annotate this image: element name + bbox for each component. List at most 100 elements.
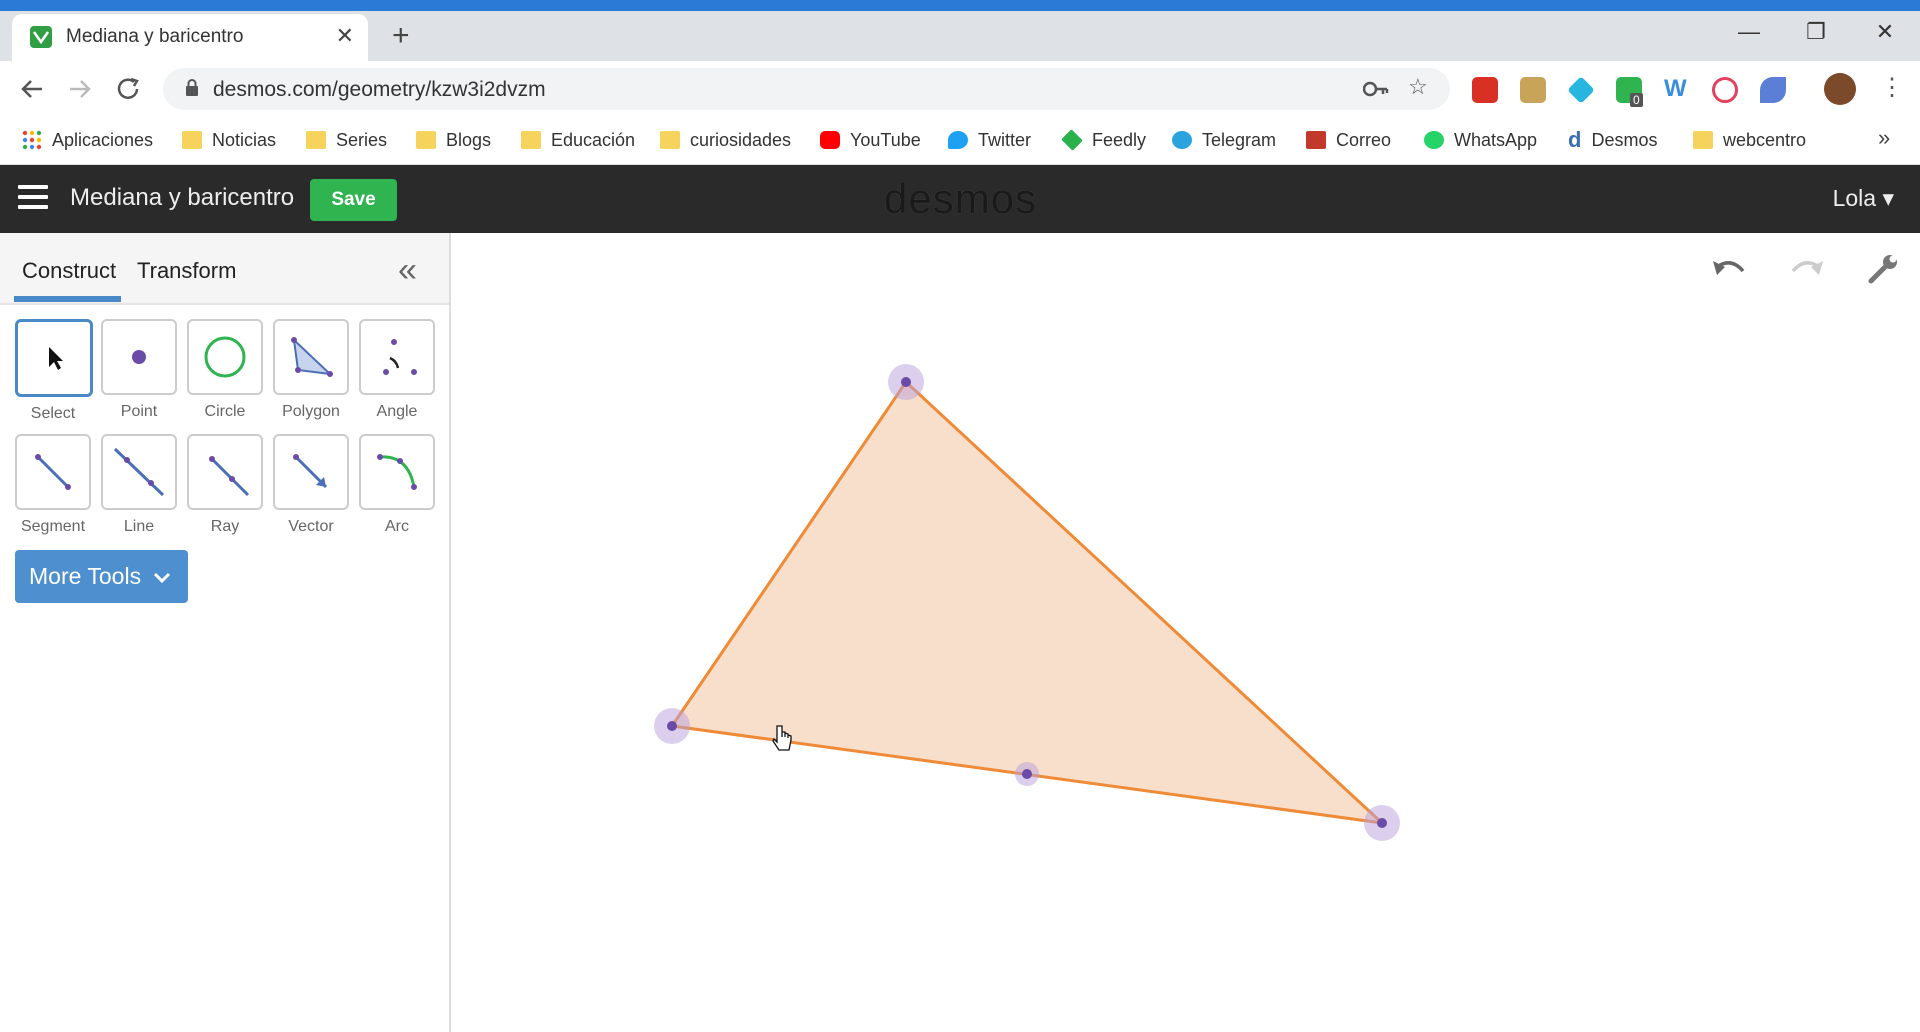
geometry-canvas[interactable] [451, 233, 1920, 1032]
tab-title: Mediana y baricentro [66, 26, 244, 47]
minimize-button[interactable]: — [1734, 19, 1764, 45]
desmos-favicon-icon [30, 26, 52, 48]
triangle-fill [672, 382, 1382, 823]
vertex-b[interactable] [667, 721, 677, 731]
tool-segment-box [15, 434, 91, 510]
tool-label: Arc [385, 518, 409, 535]
bookmarks-overflow-icon[interactable]: » [1878, 125, 1890, 151]
whatsapp-icon [1424, 131, 1444, 149]
angle-icon [383, 339, 417, 375]
bookmark-blogs[interactable]: Blogs [416, 126, 491, 154]
mail-icon [1306, 131, 1326, 149]
hamburger-menu-icon[interactable] [18, 185, 48, 211]
circle-icon [204, 336, 246, 378]
bookmark-twitter[interactable]: Twitter [948, 126, 1031, 154]
arc-icon [377, 454, 417, 490]
vertex-c[interactable] [1377, 818, 1387, 828]
close-window-button[interactable]: ✕ [1870, 19, 1900, 45]
telegram-icon [1172, 131, 1192, 149]
bookmark-webcentro[interactable]: webcentro [1693, 126, 1806, 154]
forward-icon[interactable] [64, 75, 96, 103]
more-tools-button[interactable]: More Tools [15, 550, 188, 603]
tool-polygon[interactable]: Polygon [273, 319, 349, 421]
tool-label: Ray [210, 518, 240, 535]
tool-label: Select [30, 405, 76, 422]
vector-icon [293, 454, 328, 489]
lock-icon [186, 79, 198, 96]
tool-vector[interactable]: Vector [273, 434, 349, 536]
bookmark-label: curiosidades [690, 129, 792, 150]
bookmark-label: Correo [1336, 129, 1392, 150]
extension-6-icon[interactable] [1712, 77, 1738, 103]
tool-label: Circle [204, 403, 246, 420]
bookmark-feedly[interactable]: Feedly [1061, 126, 1147, 154]
extension-2-icon[interactable] [1520, 77, 1546, 103]
tool-circle[interactable]: Circle [187, 319, 263, 421]
bookmark-label: Desmos [1591, 129, 1658, 150]
browser-menu-icon[interactable]: ⋮ [1880, 73, 1904, 102]
tool-select[interactable]: Select [15, 319, 93, 423]
extension-3-icon[interactable] [1567, 76, 1595, 104]
tool-select-box [15, 319, 93, 397]
midpoint-bc[interactable] [1022, 769, 1032, 779]
panel-tabs: Construct Transform « [0, 233, 449, 305]
bookmark-label: Aplicaciones [52, 129, 154, 150]
folder-icon [416, 131, 436, 149]
key-icon[interactable] [1363, 80, 1389, 98]
active-tab-indicator [14, 296, 121, 302]
new-tab-button[interactable]: + [392, 21, 410, 51]
bookmark-youtube[interactable]: YouTube [820, 126, 921, 154]
bookmark-label: Telegram [1202, 129, 1277, 150]
extension-7-icon[interactable] [1760, 77, 1786, 103]
triangle-construction [654, 364, 1400, 841]
browser-tab[interactable]: Mediana y baricentro ✕ [12, 14, 368, 61]
tab-transform[interactable]: Transform [137, 258, 236, 284]
bookmark-correo[interactable]: Correo [1306, 126, 1391, 154]
folder-icon [1693, 131, 1713, 149]
apps-grid-icon [22, 130, 42, 150]
polygon-icon [291, 337, 333, 377]
bookmark-desmos[interactable]: d Desmos [1568, 126, 1657, 154]
tool-point-box [101, 319, 177, 395]
bookmark-series[interactable]: Series [306, 126, 387, 154]
tool-line[interactable]: Line [101, 434, 177, 536]
document-title[interactable]: Mediana y baricentro [70, 184, 294, 212]
bookmark-telegram[interactable]: Telegram [1172, 126, 1276, 154]
collapse-panel-icon[interactable]: « [398, 251, 417, 290]
tool-segment[interactable]: Segment [15, 434, 91, 536]
bookmark-noticias[interactable]: Noticias [182, 126, 276, 154]
tool-arc-box [359, 434, 435, 510]
profile-avatar[interactable] [1824, 73, 1856, 105]
extension-1-icon[interactable] [1472, 77, 1498, 103]
tab-construct[interactable]: Construct [22, 258, 116, 284]
more-tools-label: More Tools [29, 563, 142, 589]
bookmark-educacion[interactable]: Educación [521, 126, 635, 154]
desmos-logo: desmos [884, 175, 1038, 222]
save-button[interactable]: Save [310, 179, 397, 221]
tab-close-icon[interactable]: ✕ [336, 23, 354, 49]
back-icon[interactable] [16, 75, 48, 103]
feedly-icon [1061, 129, 1083, 151]
tool-arc[interactable]: Arc [359, 434, 435, 536]
folder-icon [182, 131, 202, 149]
reload-icon[interactable] [113, 75, 145, 103]
tool-point[interactable]: Point [101, 319, 177, 421]
bookmark-whatsapp[interactable]: WhatsApp [1424, 126, 1537, 154]
bookmark-aplicaciones[interactable]: Aplicaciones [22, 126, 153, 154]
bookmark-label: Series [336, 129, 388, 150]
navigation-bar: desmos.com/geometry/kzw3i2dvzm ☆ 0 W ⋮ [0, 61, 1920, 118]
extension-5-icon[interactable]: W [1664, 75, 1687, 103]
bookmark-star-icon[interactable]: ☆ [1408, 74, 1428, 100]
bookmark-label: Feedly [1092, 129, 1147, 150]
restore-button[interactable]: ❐ [1801, 19, 1831, 45]
tool-ray[interactable]: Ray [187, 434, 263, 536]
tool-angle[interactable]: Angle [359, 319, 435, 421]
vertex-a[interactable] [901, 377, 911, 387]
address-bar[interactable]: desmos.com/geometry/kzw3i2dvzm ☆ [163, 68, 1450, 110]
tool-vector-box [273, 434, 349, 510]
folder-icon [660, 131, 680, 149]
segment-icon [35, 454, 71, 490]
bookmark-curiosidades[interactable]: curiosidades [660, 126, 791, 154]
cursor-arrow-icon [49, 347, 63, 370]
user-menu[interactable]: Lola ▾ [1833, 185, 1894, 212]
